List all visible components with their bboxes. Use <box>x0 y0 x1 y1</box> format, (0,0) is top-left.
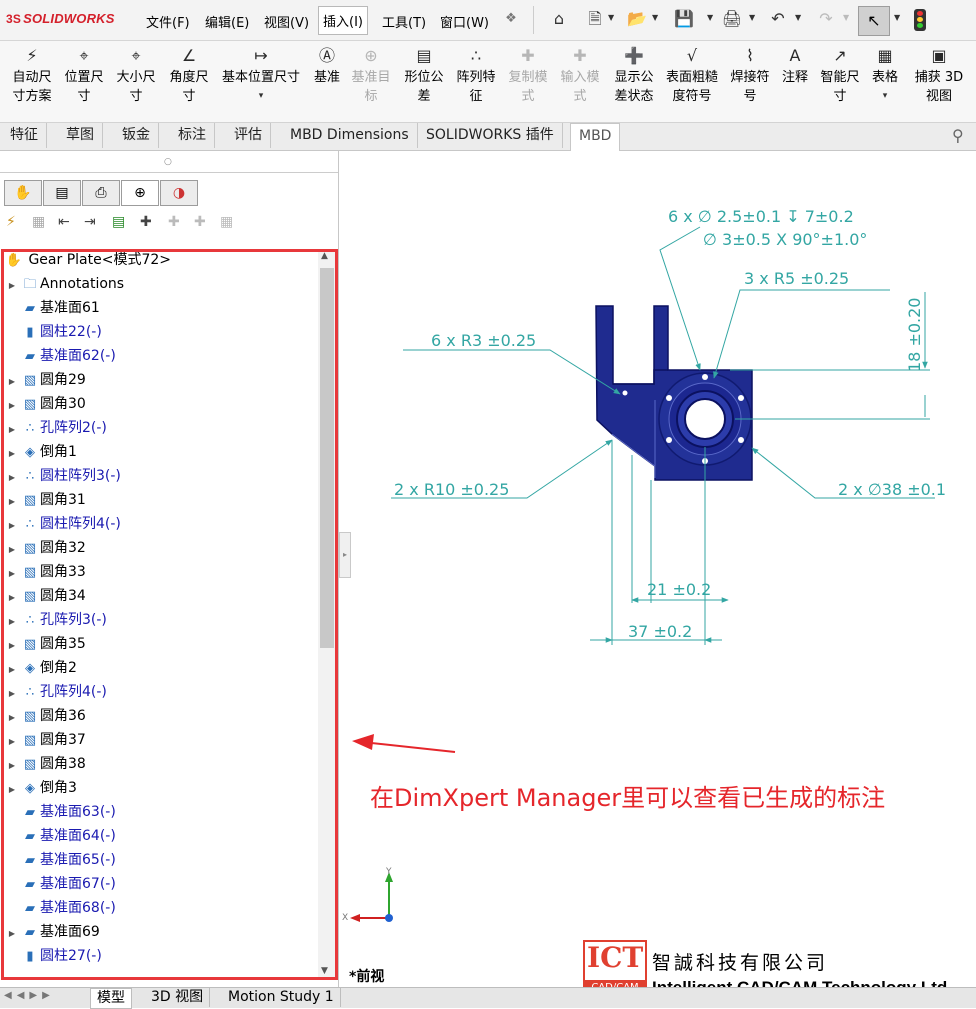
callout-arrow <box>352 734 456 753</box>
tab-3d-view[interactable]: 3D 视图 <box>145 988 211 1007</box>
y-axis-label: Y <box>385 867 392 877</box>
annotation-text: 在DimXpert Manager里可以查看已生成的标注 <box>370 784 886 812</box>
view-orientation-label: *前视 <box>349 969 385 985</box>
radius-dimension[interactable]: 6 x R3 ±0.25 <box>431 331 536 350</box>
tab-scroll-arrows-icon[interactable]: ◀◀▶▶ <box>4 990 55 1001</box>
x-axis-label: X <box>342 913 348 923</box>
model-view: 6 x ∅ 2.5±0.1 ↧ 7±0.2 ∅ 3±0.5 X 90°±1.0°… <box>342 207 946 923</box>
width-dimension[interactable]: 21 ±0.2 <box>647 580 711 599</box>
tab-model[interactable]: 模型 <box>90 988 132 1009</box>
radius-dimension[interactable]: 2 x R10 ±0.25 <box>394 480 509 499</box>
hole-callout-dimension[interactable]: 6 x ∅ 2.5±0.1 ↧ 7±0.2 <box>668 207 854 226</box>
company-name-cn: 智誠科技有限公司 <box>652 952 829 974</box>
width-dimension[interactable]: 37 ±0.2 <box>628 622 692 641</box>
axis-triad: Y X <box>342 867 393 923</box>
diameter-dimension[interactable]: 2 x ∅38 ±0.1 <box>838 480 946 499</box>
hole-callout-dimension[interactable]: ∅ 3±0.5 X 90°±1.0° <box>703 230 867 249</box>
gear-plate-part[interactable] <box>595 305 753 481</box>
height-dimension[interactable]: 18 ±0.20 <box>905 298 924 372</box>
tab-motion-study[interactable]: Motion Study 1 <box>222 988 341 1007</box>
radius-dimension[interactable]: 3 x R5 ±0.25 <box>744 269 849 288</box>
